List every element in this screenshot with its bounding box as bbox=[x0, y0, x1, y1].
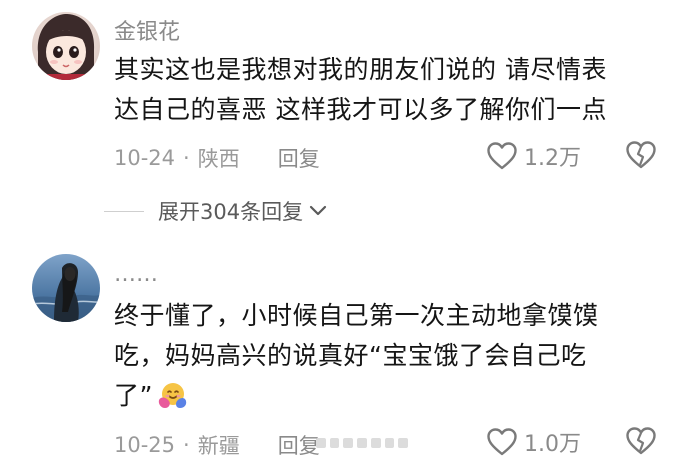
avatar-image bbox=[32, 254, 100, 322]
broken-heart-icon bbox=[626, 427, 656, 455]
avatar-image bbox=[32, 12, 100, 80]
comment-text: 其实这也是我想对我的朋友们说的 请尽情表 达自己的喜恶 这样我才可以多了解你们一… bbox=[114, 50, 674, 130]
expand-divider bbox=[104, 210, 144, 212]
reply-button[interactable]: 回复 bbox=[278, 430, 320, 460]
comment-text-line: 了” bbox=[114, 381, 153, 410]
comment-text: 终于懂了，小时候自己第一次主动地拿馍馍 吃，妈妈高兴的说真好“宝宝饿了会自己吃 … bbox=[114, 296, 674, 422]
expand-replies-label: 展开304条回复 bbox=[158, 200, 304, 224]
comment-text-line: 终于懂了，小时候自己第一次主动地拿馍馍 bbox=[114, 301, 599, 330]
chevron-down-icon bbox=[309, 205, 327, 216]
comment-text-line: 其实这也是我想对我的朋友们说的 请尽情表 bbox=[114, 55, 607, 84]
heart-icon bbox=[487, 428, 517, 456]
meta-separator: · bbox=[183, 433, 190, 457]
heart-icon bbox=[487, 142, 517, 170]
comment-text-line-with-emoji: 了” bbox=[114, 376, 674, 422]
broken-heart-icon bbox=[626, 141, 656, 169]
comment-text-line: 吃，妈妈高兴的说真好“宝宝饿了会自己吃 bbox=[114, 341, 587, 370]
dislike-button[interactable] bbox=[625, 426, 657, 460]
username[interactable]: 金银花 bbox=[114, 14, 180, 46]
like-button[interactable]: 1.2万 bbox=[486, 140, 581, 172]
like-button[interactable]: 1.0万 bbox=[486, 426, 581, 458]
dislike-button[interactable] bbox=[625, 140, 657, 174]
like-count: 1.0万 bbox=[524, 432, 581, 457]
hugging-face-icon bbox=[157, 380, 187, 422]
meta-separator: · bbox=[183, 146, 190, 170]
comment-location: 陕西 bbox=[197, 147, 240, 171]
avatar[interactable] bbox=[32, 12, 100, 80]
comment-meta: 10-24 · 陕西 回复 bbox=[114, 143, 320, 173]
avatar[interactable] bbox=[32, 254, 100, 322]
watermark-overlay bbox=[316, 432, 409, 454]
comment-text-line: 达自己的喜恶 这样我才可以多了解你们一点 bbox=[114, 95, 607, 124]
reply-button[interactable]: 回复 bbox=[278, 143, 320, 173]
comment-location: 新疆 bbox=[197, 434, 240, 458]
like-count: 1.2万 bbox=[524, 146, 581, 171]
username[interactable]: …… bbox=[114, 262, 158, 287]
comment-date: 10-25 bbox=[114, 433, 176, 457]
comment-thread: 金银花 其实这也是我想对我的朋友们说的 请尽情表 达自己的喜恶 这样我才可以多了… bbox=[0, 0, 690, 474]
expand-replies-button[interactable]: 展开304条回复 bbox=[104, 196, 327, 226]
comment-meta: 10-25 · 新疆 回复 bbox=[114, 430, 320, 460]
comment-date: 10-24 bbox=[114, 146, 176, 170]
